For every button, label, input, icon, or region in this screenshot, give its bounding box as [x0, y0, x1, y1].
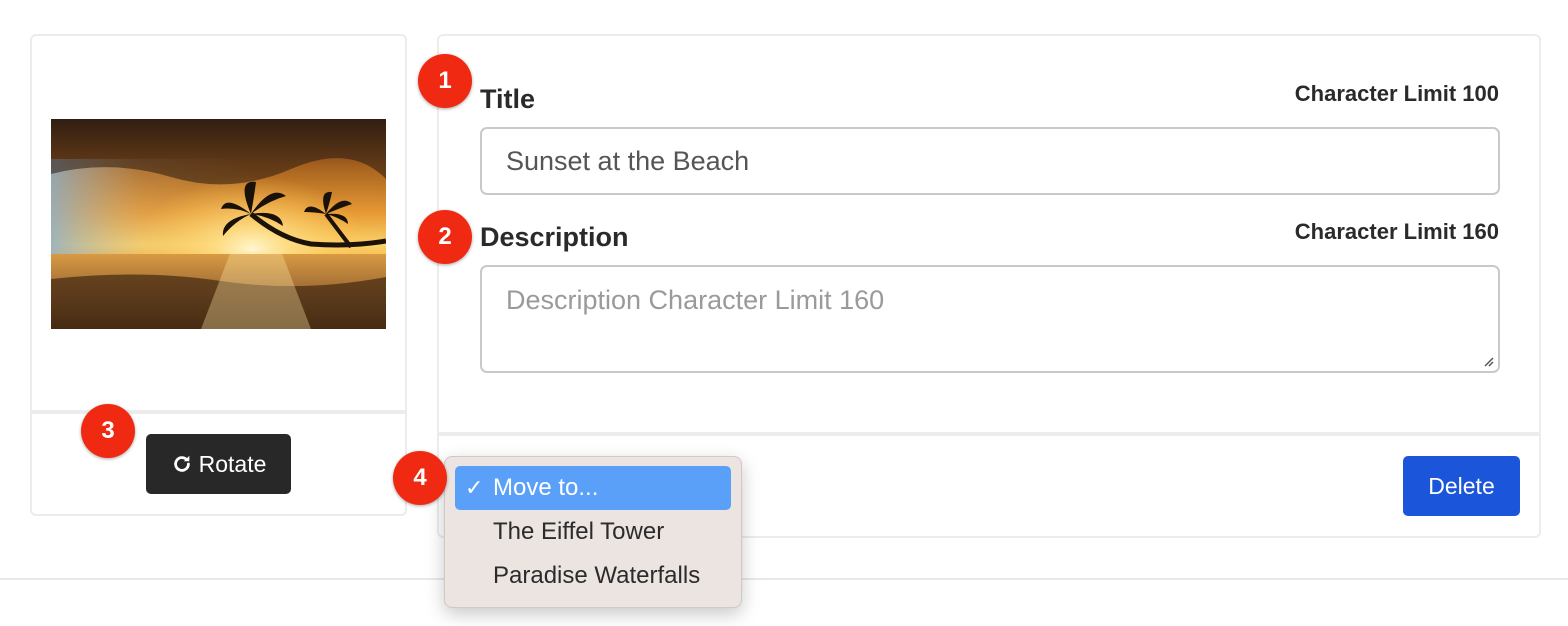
- rotate-button[interactable]: Rotate: [146, 434, 291, 494]
- resize-handle-icon[interactable]: [1482, 355, 1494, 367]
- description-character-limit: Character Limit 160: [1294, 219, 1499, 244]
- title-input[interactable]: [480, 127, 1500, 195]
- annotation-badge-2: 2: [418, 210, 472, 264]
- image-preview-area: [32, 36, 405, 412]
- annotation-badge-3: 3: [81, 404, 135, 458]
- checkmark-icon: ✓: [465, 475, 484, 500]
- dropdown-option-label: Move to...: [493, 474, 599, 501]
- description-label: Description: [480, 222, 629, 252]
- dropdown-option-label: The Eiffel Tower: [493, 518, 665, 545]
- title-label: Title: [480, 84, 536, 114]
- dropdown-option-eiffel-tower[interactable]: The Eiffel Tower: [455, 510, 731, 554]
- description-textarea[interactable]: [480, 265, 1500, 373]
- annotation-badge-4: 4: [393, 451, 447, 505]
- form-footer-divider: [439, 432, 1539, 436]
- rotate-clockwise-icon: [171, 453, 193, 475]
- dropdown-option-label: Paradise Waterfalls: [493, 562, 701, 589]
- delete-button[interactable]: Delete: [1403, 456, 1520, 516]
- dropdown-option-move-to[interactable]: ✓ Move to...: [455, 466, 731, 510]
- description-field-wrapper: [480, 265, 1500, 373]
- page-divider: [0, 578, 1568, 580]
- rotate-button-label: Rotate: [198, 450, 267, 477]
- move-to-dropdown-menu[interactable]: ✓ Move to... The Eiffel Tower Paradise W…: [444, 456, 742, 608]
- dropdown-option-paradise-waterfalls[interactable]: Paradise Waterfalls: [455, 554, 731, 598]
- annotation-badge-1: 1: [418, 54, 472, 108]
- sunset-beach-photo: [51, 119, 386, 329]
- title-character-limit: Character Limit 100: [1294, 81, 1499, 106]
